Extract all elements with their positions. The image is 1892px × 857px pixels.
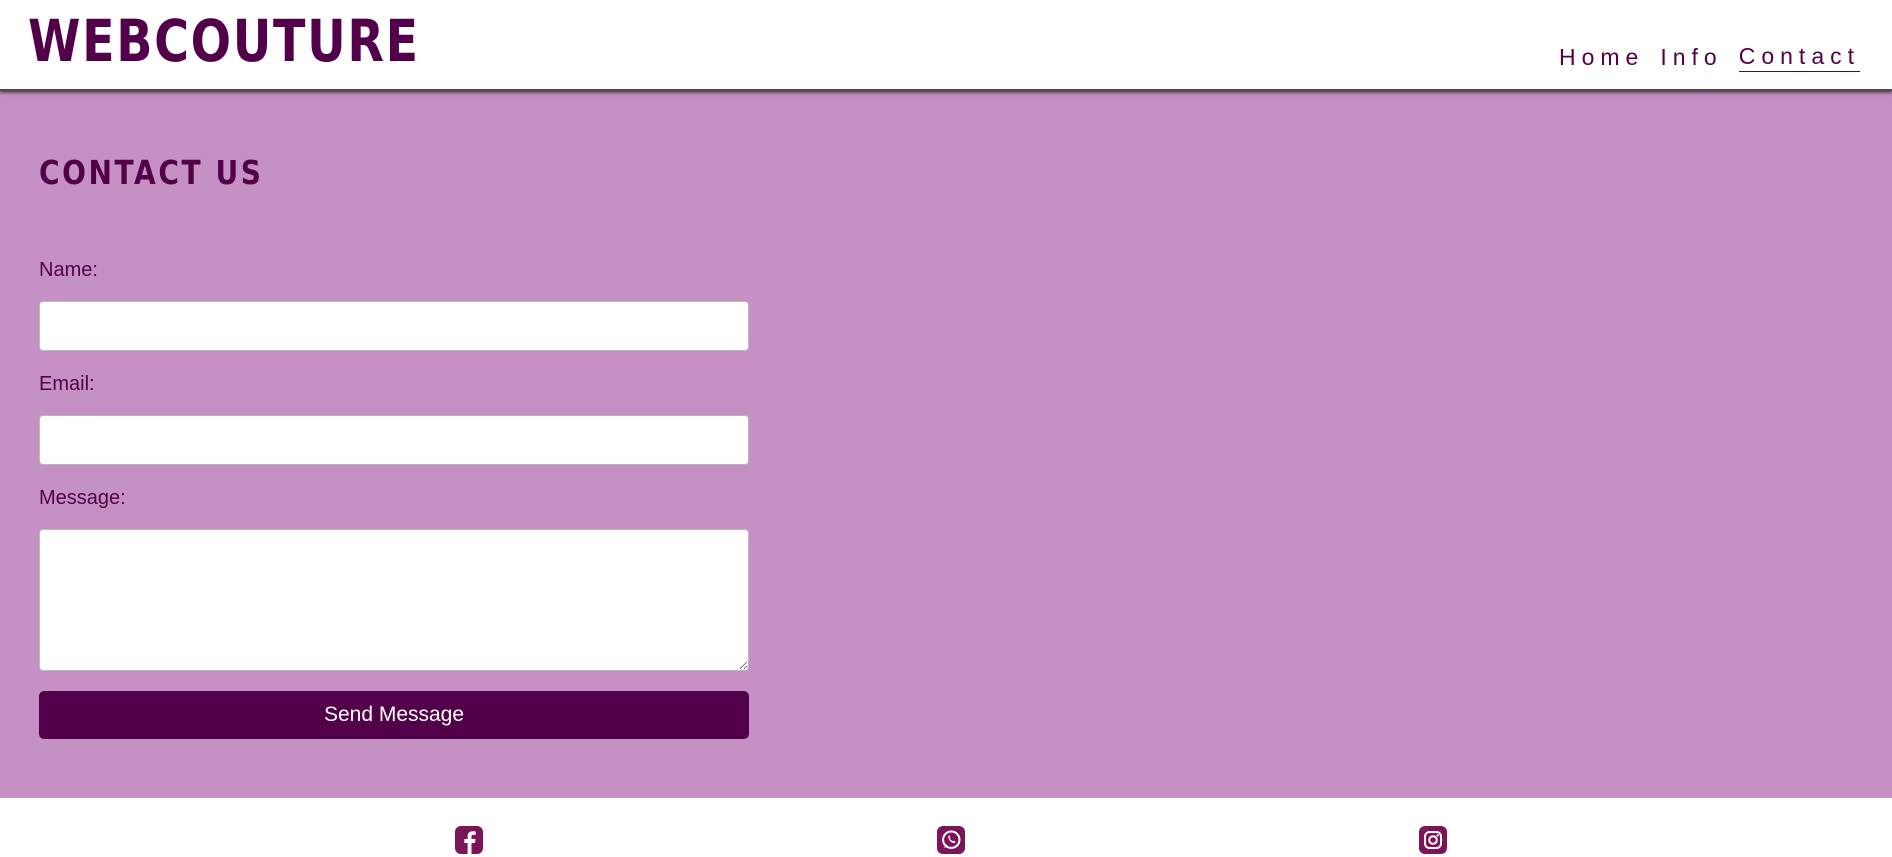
message-label: Message: bbox=[39, 487, 126, 509]
nav-link-home[interactable]: Home bbox=[1559, 42, 1644, 72]
instagram-link[interactable] bbox=[1418, 825, 1448, 855]
page-title: CONTACT US bbox=[39, 153, 264, 192]
nav-link-info[interactable]: Info bbox=[1660, 42, 1722, 72]
email-field[interactable] bbox=[39, 415, 749, 465]
contact-section: CONTACT US Name: Email: Message: Send Me… bbox=[0, 91, 1892, 798]
site-header: WEBCOUTURE Home Info Contact bbox=[0, 0, 1892, 91]
site-logo[interactable]: WEBCOUTURE bbox=[28, 4, 420, 78]
main-nav: Home Info Contact bbox=[1543, 42, 1860, 72]
whatsapp-icon bbox=[937, 826, 965, 854]
nav-link-contact[interactable]: Contact bbox=[1738, 42, 1860, 72]
name-label: Name: bbox=[39, 259, 98, 281]
facebook-link[interactable] bbox=[454, 825, 484, 855]
instagram-icon bbox=[1419, 826, 1447, 854]
facebook-icon bbox=[455, 826, 483, 854]
whatsapp-link[interactable] bbox=[936, 825, 966, 855]
send-message-button[interactable]: Send Message bbox=[39, 691, 749, 739]
name-field[interactable] bbox=[39, 301, 749, 351]
email-label: Email: bbox=[39, 373, 95, 395]
message-field[interactable] bbox=[39, 529, 749, 671]
site-footer bbox=[0, 798, 1892, 857]
